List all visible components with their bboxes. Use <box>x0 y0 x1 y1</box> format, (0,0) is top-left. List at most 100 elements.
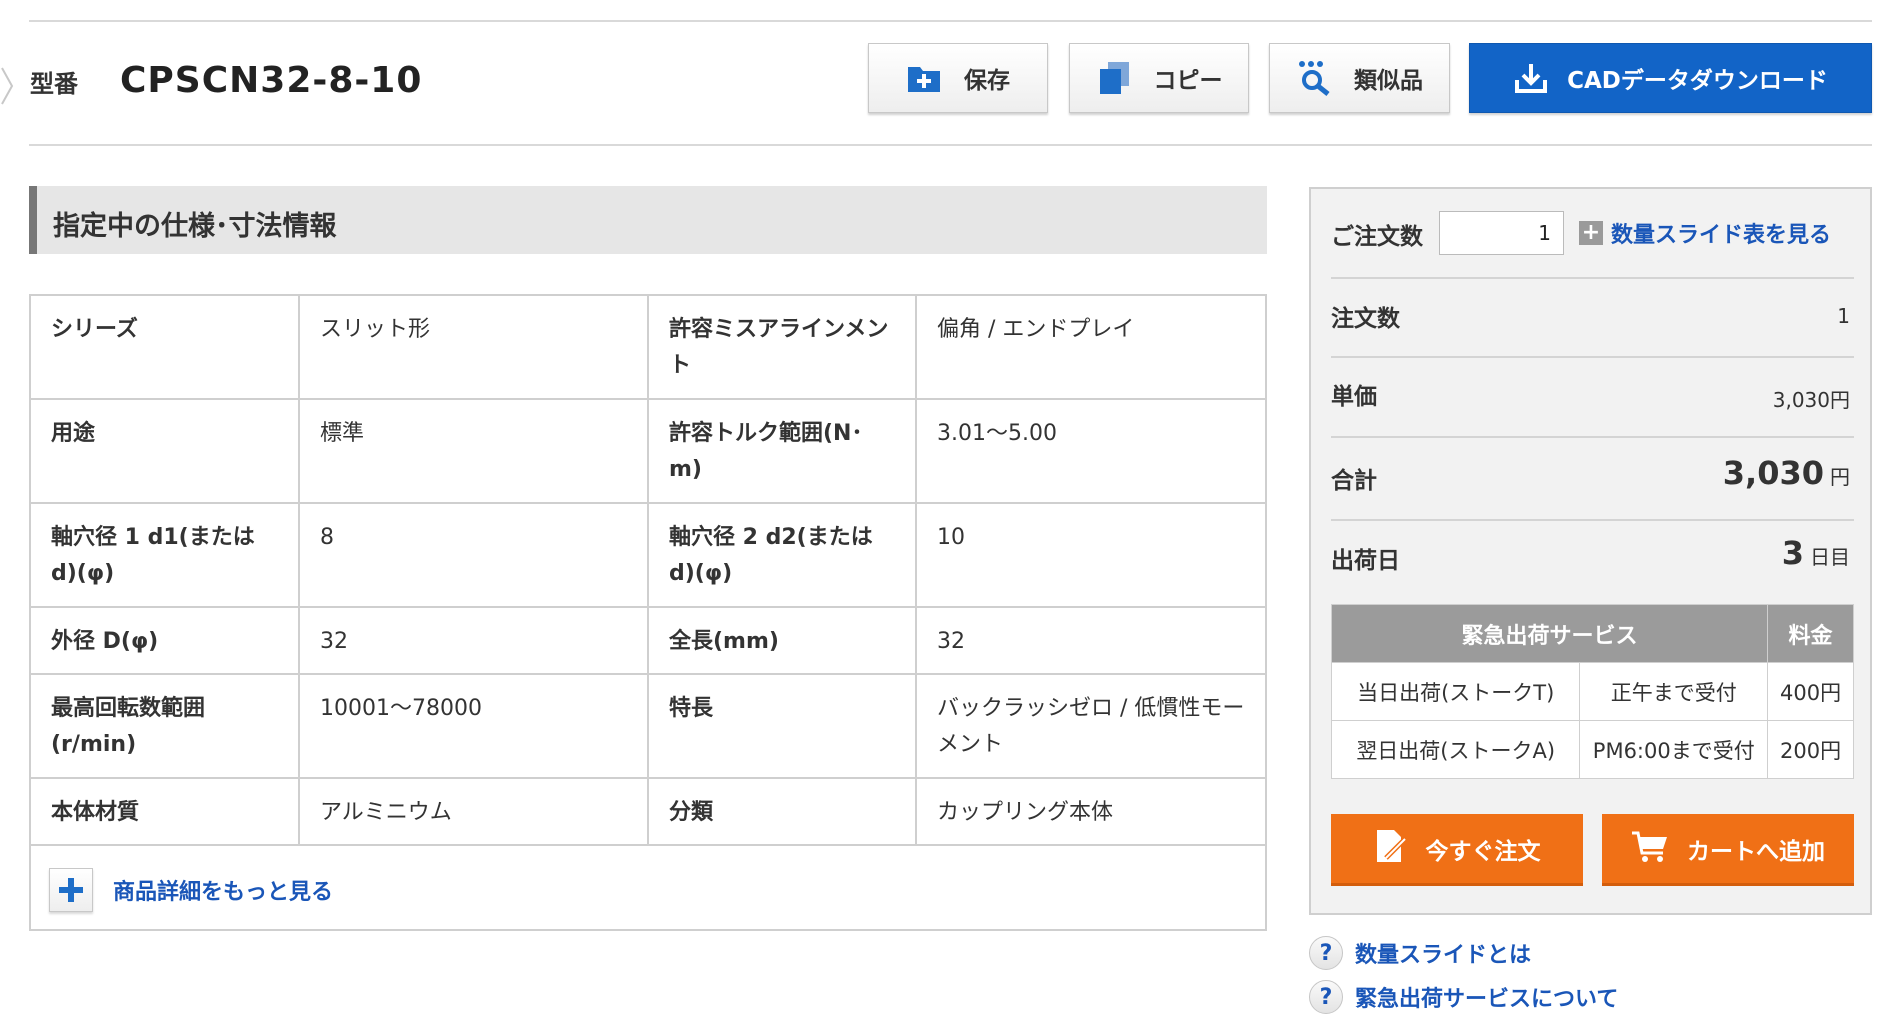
table-header-row: 緊急出荷サービス 料金 <box>1330 604 1854 663</box>
copy-label: コピー <box>1153 68 1223 94</box>
copy-button[interactable]: コピー <box>1069 43 1249 113</box>
spec-value: 標準 <box>298 398 649 504</box>
total-price: 3,030 円 <box>1723 454 1850 492</box>
spec-key: 全長(mm) <box>647 606 917 675</box>
spec-value: カップリング本体 <box>915 777 1265 846</box>
similar-products-button[interactable]: 類似品 <box>1269 43 1450 113</box>
header-bottom-rule <box>29 144 1872 146</box>
help-question-icon: ? <box>1309 980 1343 1014</box>
spec-value: 3.01～5.00 <box>915 398 1265 504</box>
help-link-quantity-slide[interactable]: ? 数量スライドとは <box>1309 936 1531 970</box>
download-icon <box>1513 60 1549 96</box>
total-label: 合計 <box>1331 468 1377 494</box>
total-value: 3,030 <box>1722 454 1824 492</box>
divider <box>1331 356 1854 358</box>
spec-value: 8 <box>298 502 649 608</box>
service-fee: 200円 <box>1767 720 1854 779</box>
help-question-icon: ? <box>1309 936 1343 970</box>
table-row: 翌日出荷(ストークA) PM6:00まで受付 200円 <box>1330 720 1854 779</box>
ship-date: 3 日目 <box>1782 534 1850 572</box>
add-to-cart-button[interactable]: カートへ追加 <box>1602 814 1854 886</box>
table-row: 用途 標準 許容トルク範囲(N･m) 3.01～5.00 <box>31 398 1265 504</box>
add-to-cart-label: カートへ追加 <box>1687 838 1825 865</box>
spec-key: 外径 D(φ) <box>31 606 300 675</box>
spec-section-header: 指定中の仕様･寸法情報 <box>29 186 1267 254</box>
ship-date-label: 出荷日 <box>1331 548 1400 574</box>
spec-key: 最高回転数範囲(r/min) <box>31 673 300 779</box>
spec-key: 許容ミスアラインメント <box>647 296 917 400</box>
table-row: 本体材質 アルミニウム 分類 カップリング本体 <box>31 777 1265 846</box>
table-row: 最高回転数範囲(r/min) 10001～78000 特長 バックラッシゼロ /… <box>31 673 1265 779</box>
spec-section-title: 指定中の仕様･寸法情報 <box>53 211 337 242</box>
service-header: 緊急出荷サービス <box>1330 604 1769 663</box>
spec-key: 分類 <box>647 777 917 846</box>
order-count-label: 注文数 <box>1331 306 1400 332</box>
cart-icon <box>1631 829 1669 869</box>
spec-value: 10 <box>915 502 1265 608</box>
cad-download-label: CADデータダウンロード <box>1567 68 1828 94</box>
spec-table-container: シリーズ スリット形 許容ミスアラインメント 偏角 / エンドプレイ 用途 標準… <box>29 294 1267 931</box>
save-label: 保存 <box>964 68 1010 94</box>
spec-key: 特長 <box>647 673 917 779</box>
divider <box>1331 277 1854 279</box>
copy-icon <box>1096 60 1132 96</box>
similar-search-icon <box>1296 60 1332 96</box>
fee-header: 料金 <box>1767 604 1854 663</box>
service-cutoff: PM6:00まで受付 <box>1579 720 1769 779</box>
cad-download-button[interactable]: CADデータダウンロード <box>1469 43 1872 113</box>
plus-icon: + <box>1579 221 1603 245</box>
table-row: 当日出荷(ストークT) 正午まで受付 400円 <box>1330 662 1854 721</box>
spec-key: 軸穴径 2 d2(またはd)(φ) <box>647 502 917 608</box>
similar-label: 類似品 <box>1354 68 1423 94</box>
spec-table: シリーズ スリット形 許容ミスアラインメント 偏角 / エンドプレイ 用途 標準… <box>31 296 1265 846</box>
spec-value: 32 <box>915 606 1265 675</box>
order-count-value: 1 <box>1837 304 1850 328</box>
quantity-input[interactable] <box>1439 211 1564 255</box>
chevron-left-icon[interactable] <box>0 66 16 106</box>
spec-value: 32 <box>298 606 649 675</box>
help-link-label: 緊急出荷サービスについて <box>1355 987 1619 1012</box>
spec-value: スリット形 <box>298 296 649 400</box>
save-button[interactable]: 保存 <box>868 43 1048 113</box>
service-name: 当日出荷(ストークT) <box>1330 662 1581 721</box>
spec-key: 軸穴径 1 d1(またはd)(φ) <box>31 502 300 608</box>
service-name: 翌日出荷(ストークA) <box>1330 720 1581 779</box>
spec-value: 10001～78000 <box>298 673 649 779</box>
model-label: 型番 <box>30 70 78 98</box>
header-top-rule <box>29 20 1872 22</box>
service-cutoff: 正午まで受付 <box>1579 662 1769 721</box>
more-details-row[interactable]: 商品詳細をもっと見る <box>49 868 333 912</box>
unit-price-value: 3,030円 <box>1772 388 1850 412</box>
order-now-label: 今すぐ注文 <box>1425 838 1541 865</box>
quantity-slide-table-label: 数量スライド表を見る <box>1611 223 1832 248</box>
spec-key: 本体材質 <box>31 777 300 846</box>
spec-value: 偏角 / エンドプレイ <box>915 296 1265 400</box>
spec-key: 用途 <box>31 398 300 504</box>
help-link-urgent-service[interactable]: ? 緊急出荷サービスについて <box>1309 980 1618 1014</box>
order-panel: ご注文数 + 数量スライド表を見る 注文数 1 単価 3,030円 合計 3,0… <box>1309 187 1872 915</box>
service-fee: 400円 <box>1767 662 1854 721</box>
plus-icon[interactable] <box>49 868 93 912</box>
folder-plus-icon <box>906 60 942 96</box>
quantity-slide-table-link[interactable]: + 数量スライド表を見る <box>1579 217 1831 249</box>
table-row: シリーズ スリット形 許容ミスアラインメント 偏角 / エンドプレイ <box>31 296 1265 400</box>
divider <box>1331 436 1854 438</box>
more-details-link[interactable]: 商品詳細をもっと見る <box>113 874 333 906</box>
urgent-service-table: 緊急出荷サービス 料金 当日出荷(ストークT) 正午まで受付 400円 翌日出荷… <box>1330 604 1854 779</box>
total-unit: 円 <box>1830 465 1850 489</box>
table-row: 外径 D(φ) 32 全長(mm) 32 <box>31 606 1265 675</box>
quantity-label: ご注文数 <box>1331 224 1423 250</box>
ship-days-value: 3 <box>1781 534 1804 572</box>
table-row: 軸穴径 1 d1(またはd)(φ) 8 軸穴径 2 d2(またはd)(φ) 10 <box>31 502 1265 608</box>
divider <box>1331 519 1854 521</box>
spec-value: アルミニウム <box>298 777 649 846</box>
help-link-label: 数量スライドとは <box>1355 943 1532 968</box>
ship-days-unit: 日目 <box>1810 545 1850 569</box>
order-pen-icon <box>1374 828 1408 870</box>
model-number: CPSCN32-8-10 <box>120 60 423 101</box>
spec-value: バックラッシゼロ / 低慣性モーメント <box>915 673 1265 779</box>
unit-price-label: 単価 <box>1331 384 1377 410</box>
order-now-button[interactable]: 今すぐ注文 <box>1331 814 1583 886</box>
spec-key: 許容トルク範囲(N･m) <box>647 398 917 504</box>
spec-key: シリーズ <box>31 296 300 400</box>
